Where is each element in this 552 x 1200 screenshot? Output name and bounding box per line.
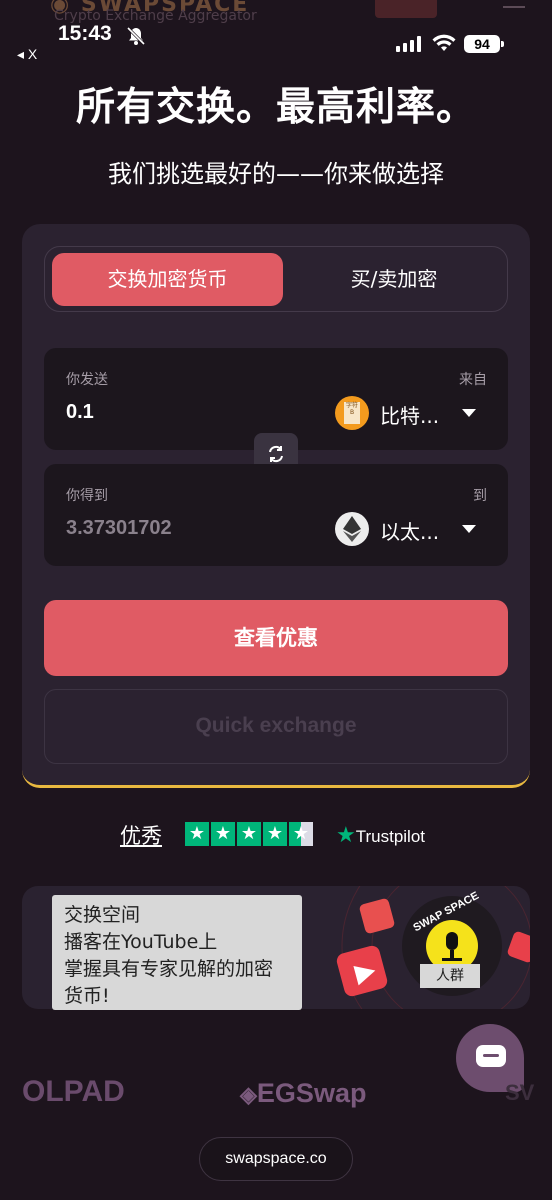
trustpilot-star-icon: ★ xyxy=(336,822,356,847)
signal-icon xyxy=(396,36,421,52)
egswap-mark-icon: ◈ xyxy=(240,1082,257,1107)
wifi-icon xyxy=(432,34,456,51)
header-button[interactable] xyxy=(375,0,437,18)
back-to-app[interactable]: ◂ X xyxy=(17,46,37,63)
chevron-down-icon[interactable] xyxy=(462,525,476,533)
receive-to-label: 到 xyxy=(473,488,487,504)
star-icon: ★ xyxy=(211,822,235,846)
page-subtitle: 我们挑选最好的——你来做选择 xyxy=(108,160,444,188)
menu-icon[interactable] xyxy=(503,6,525,8)
chat-icon xyxy=(476,1045,506,1067)
star-icon: ★ xyxy=(185,822,209,846)
url-bar[interactable]: swapspace.co xyxy=(199,1137,353,1181)
quick-exchange-button[interactable]: Quick exchange xyxy=(44,689,508,764)
trustpilot-logo[interactable]: ★Trustpilot xyxy=(336,822,425,848)
partner-logo: OLPAD xyxy=(22,1075,125,1108)
receive-amount-field: 3.37301702 xyxy=(66,517,172,539)
half-star-icon: ★ xyxy=(289,822,313,846)
ethereum-coin-icon xyxy=(335,512,369,546)
battery-indicator: 94 xyxy=(464,35,500,53)
view-offers-button[interactable]: 查看优惠 xyxy=(44,600,508,676)
banner-caption: 交换空间 播客在YouTube上 掌握具有专家见解的加密货币! xyxy=(52,895,302,1010)
send-coin-name[interactable]: 比特... xyxy=(380,400,439,429)
banner-badge: 人群 xyxy=(420,964,480,988)
partner-logo: SV xyxy=(505,1080,535,1105)
status-time: 15:43 xyxy=(58,22,112,45)
tab-buy-sell-crypto[interactable]: 买/卖加密 xyxy=(283,253,505,306)
trustpilot-rating-word[interactable]: 优秀 xyxy=(120,820,162,850)
banner-illustration xyxy=(336,886,530,1009)
chevron-down-icon[interactable] xyxy=(462,409,476,417)
ethereum-diamond-icon xyxy=(343,516,361,542)
star-icon: ★ xyxy=(237,822,261,846)
swap-arrows-icon xyxy=(269,445,283,463)
battery-tip xyxy=(501,41,504,47)
receive-label: 你得到 xyxy=(66,488,108,504)
bitcoin-coin-icon: 字符B xyxy=(335,396,369,430)
trustpilot-stars: ★ ★ ★ ★ ★ xyxy=(185,822,313,846)
send-from-label: 来自 xyxy=(459,372,487,388)
partner-logo-egswap: ◈EGSwap xyxy=(240,1078,366,1109)
receive-coin-name[interactable]: 以太... xyxy=(380,516,439,545)
page-title: 所有交换。最高利率。 xyxy=(75,85,476,130)
partner-name: EGSwap xyxy=(256,1078,367,1108)
tab-exchange-crypto[interactable]: 交换加密货币 xyxy=(52,253,283,306)
bitcoin-coin-glyph: 字符B xyxy=(344,402,360,424)
receive-panel[interactable] xyxy=(44,464,508,566)
send-amount-input[interactable]: 0.1 xyxy=(66,401,94,424)
trustpilot-brand: Trustpilot xyxy=(355,827,426,846)
bell-muted-icon xyxy=(126,26,146,46)
send-label: 你发送 xyxy=(66,372,108,388)
star-icon: ★ xyxy=(263,822,287,846)
